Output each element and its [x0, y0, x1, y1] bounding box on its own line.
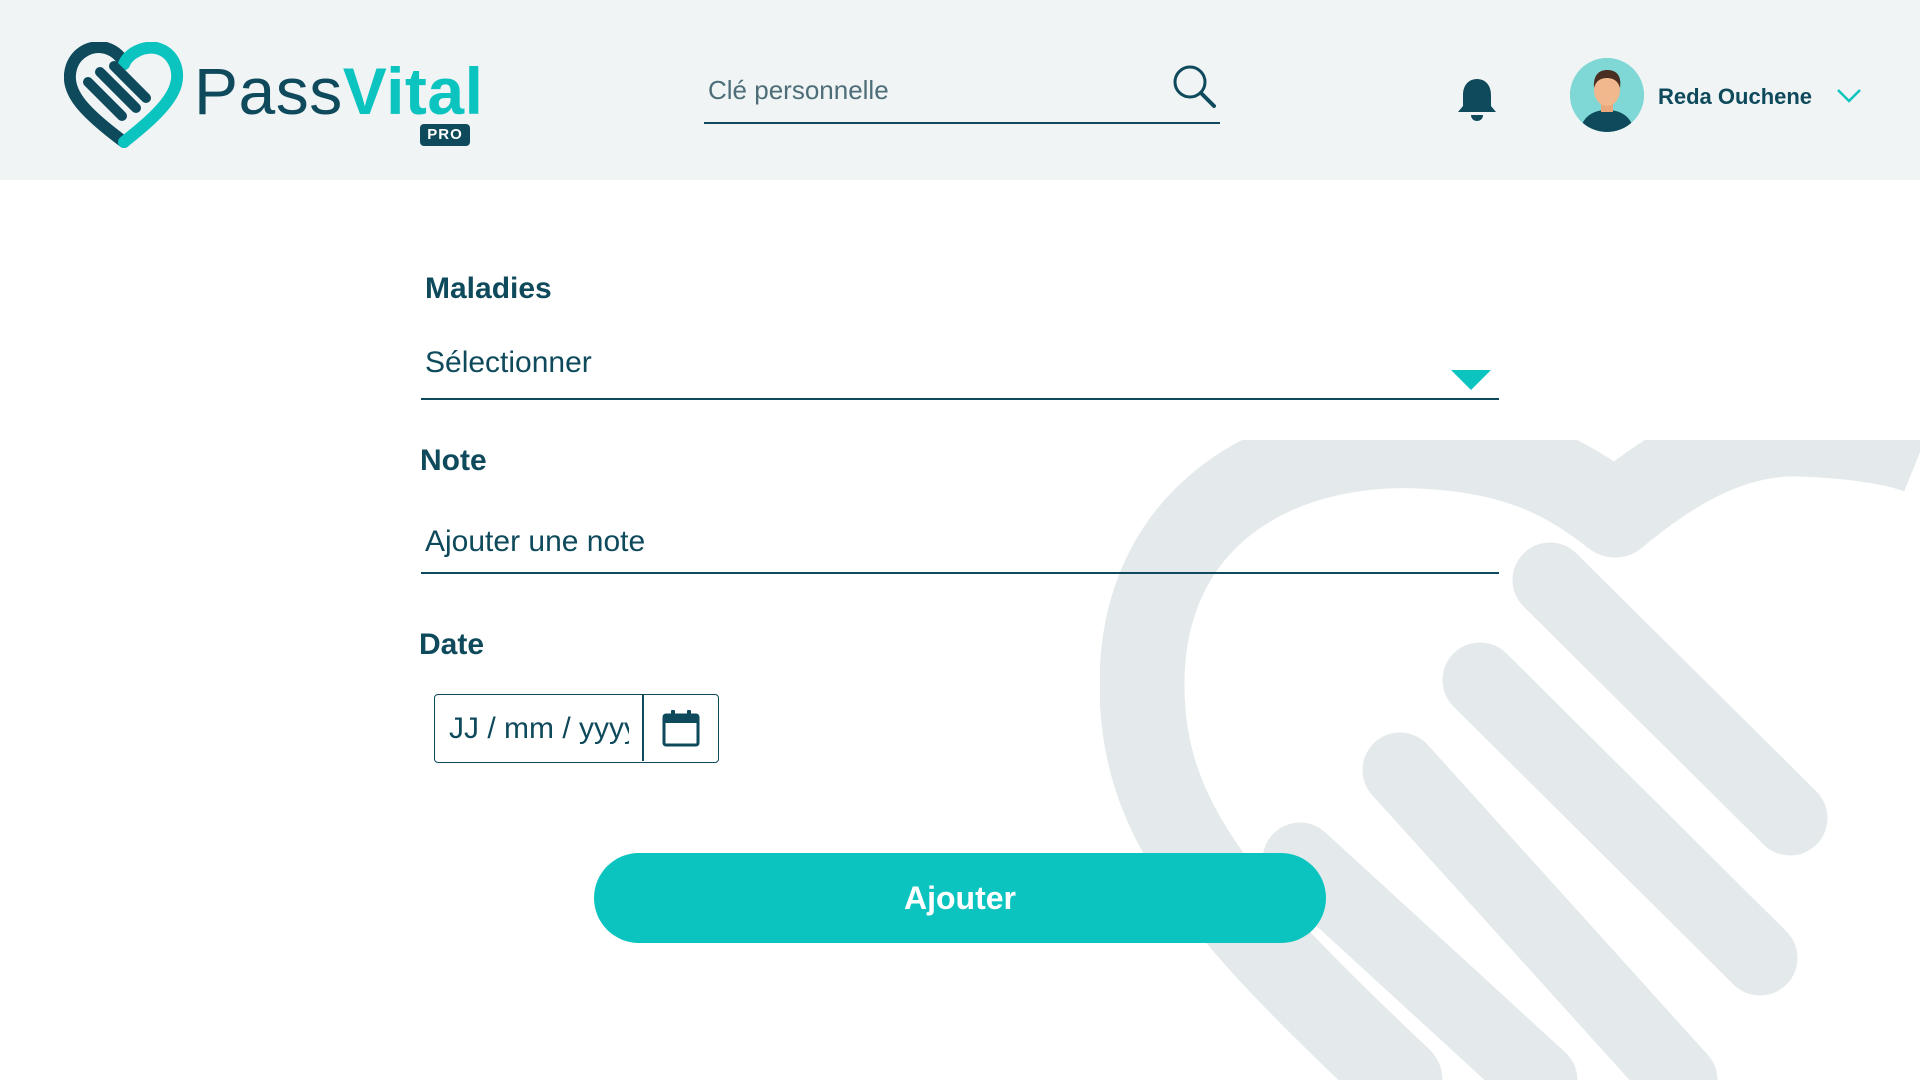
- note-label: Note: [420, 444, 487, 477]
- brand-name: PassVital: [194, 58, 483, 124]
- date-label: Date: [419, 628, 485, 661]
- caret-down-icon[interactable]: [1451, 368, 1491, 390]
- brand-name-vital: Vital: [342, 54, 484, 128]
- pro-badge: PRO: [420, 124, 470, 146]
- calendar-icon: [662, 710, 700, 747]
- user-avatar-icon: [1570, 58, 1644, 132]
- search-icon[interactable]: [1170, 62, 1218, 110]
- bell-icon[interactable]: [1455, 76, 1499, 122]
- note-input[interactable]: [425, 522, 1485, 562]
- chevron-down-icon[interactable]: [1836, 86, 1862, 104]
- date-field: [434, 694, 719, 763]
- heart-hand-logo-icon: [64, 42, 184, 148]
- search-input[interactable]: [708, 72, 1148, 108]
- user-menu[interactable]: Reda Ouchene: [1568, 56, 1868, 132]
- header: PassVital PRO Reda Ouchene: [0, 0, 1920, 180]
- passvital-logo[interactable]: PassVital PRO: [64, 42, 484, 148]
- brand-name-pass: Pass: [194, 54, 343, 128]
- maladies-select-value: Sélectionner: [425, 346, 592, 379]
- add-button[interactable]: Ajouter: [594, 853, 1326, 943]
- calendar-button[interactable]: [644, 695, 718, 761]
- date-input[interactable]: [449, 709, 629, 749]
- search-bar: [704, 58, 1220, 124]
- maladies-select[interactable]: Sélectionner: [421, 340, 1499, 400]
- note-field-container: [421, 514, 1499, 574]
- maladies-label: Maladies: [425, 272, 552, 305]
- avatar[interactable]: [1570, 58, 1644, 132]
- user-name: Reda Ouchene: [1658, 84, 1813, 109]
